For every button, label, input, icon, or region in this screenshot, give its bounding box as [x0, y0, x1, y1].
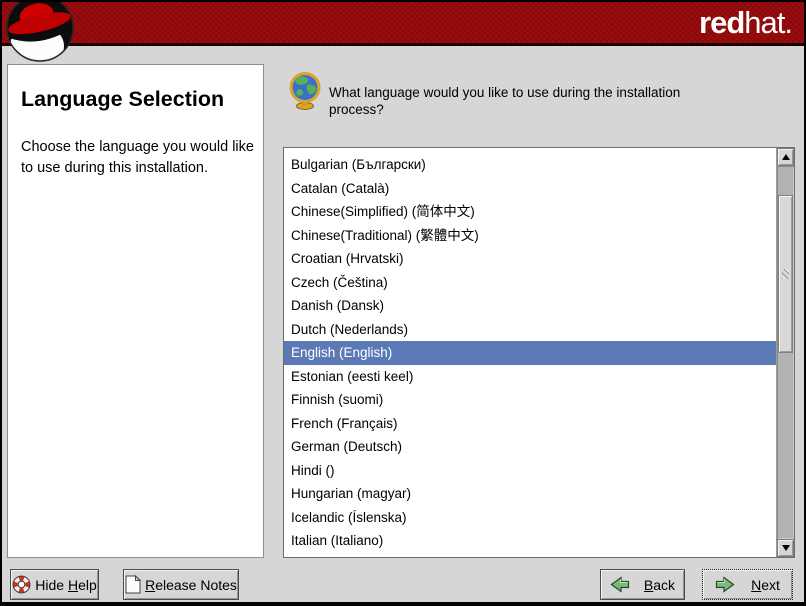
next-button[interactable]: Next [702, 569, 793, 600]
scrollbar-track[interactable] [777, 166, 794, 539]
document-icon [125, 575, 141, 594]
language-list-item[interactable]: English (English) [284, 341, 776, 365]
globe-icon [289, 72, 321, 110]
back-arrow-icon [610, 576, 630, 593]
language-list-item[interactable]: Hungarian (magyar) [284, 482, 776, 506]
vertical-scrollbar[interactable] [776, 148, 794, 557]
language-list-item[interactable]: Hindi () [284, 459, 776, 483]
hide-help-button[interactable]: Hide Help [10, 569, 99, 600]
back-button[interactable]: Back [600, 569, 685, 600]
arrow-up-icon [782, 154, 790, 160]
life-preserver-icon [12, 575, 31, 594]
language-list-item[interactable]: Croatian (Hrvatski) [284, 247, 776, 271]
redhat-wordmark: redhat. [699, 5, 792, 41]
wordmark-red: red [699, 5, 744, 40]
page-title: Language Selection [21, 87, 250, 112]
scrollbar-grip [782, 269, 789, 279]
hide-help-label: Hide Help [35, 577, 97, 593]
language-list-item[interactable]: Estonian (eesti keel) [284, 365, 776, 389]
help-text: Choose the language you would like to us… [21, 137, 255, 179]
back-label: Back [644, 577, 675, 593]
release-notes-label: Release Notes [145, 577, 237, 593]
language-list-item[interactable]: German (Deutsch) [284, 435, 776, 459]
installer-window: redhat. Language Selection Choose the la… [0, 0, 806, 606]
language-list-item[interactable]: French (Français) [284, 412, 776, 436]
next-label: Next [751, 577, 780, 593]
language-list-item[interactable]: Italian (Italiano) [284, 529, 776, 553]
arrow-down-icon [782, 545, 790, 551]
window-content: redhat. Language Selection Choose the la… [2, 2, 804, 602]
next-arrow-icon [715, 576, 735, 593]
language-list-container: Bulgarian (Български)Catalan (Català)Chi… [283, 147, 795, 558]
language-list: Bulgarian (Български)Catalan (Català)Chi… [284, 148, 776, 557]
redhat-shadowman-logo-icon [5, 2, 77, 64]
language-list-item[interactable]: Chinese(Simplified) (简体中文) [284, 200, 776, 224]
wordmark-hat: hat. [744, 5, 792, 40]
question-text: What language would you like to use duri… [329, 84, 713, 118]
help-panel: Language Selection Choose the language y… [7, 64, 264, 558]
language-list-item[interactable]: Finnish (suomi) [284, 388, 776, 412]
top-banner: redhat. [2, 2, 804, 46]
language-list-item[interactable]: Danish (Dansk) [284, 294, 776, 318]
scroll-down-button[interactable] [777, 539, 794, 557]
language-list-item[interactable]: Bulgarian (Български) [284, 153, 776, 177]
language-list-item[interactable]: Catalan (Català) [284, 177, 776, 201]
scrollbar-thumb[interactable] [778, 195, 793, 353]
scroll-up-button[interactable] [777, 148, 794, 166]
language-list-item[interactable]: Chinese(Traditional) (繁體中文) [284, 224, 776, 248]
language-list-item[interactable]: Dutch (Nederlands) [284, 318, 776, 342]
language-list-item[interactable]: Czech (Čeština) [284, 271, 776, 295]
release-notes-button[interactable]: Release Notes [123, 569, 239, 600]
language-list-item[interactable]: Icelandic (Íslenska) [284, 506, 776, 530]
